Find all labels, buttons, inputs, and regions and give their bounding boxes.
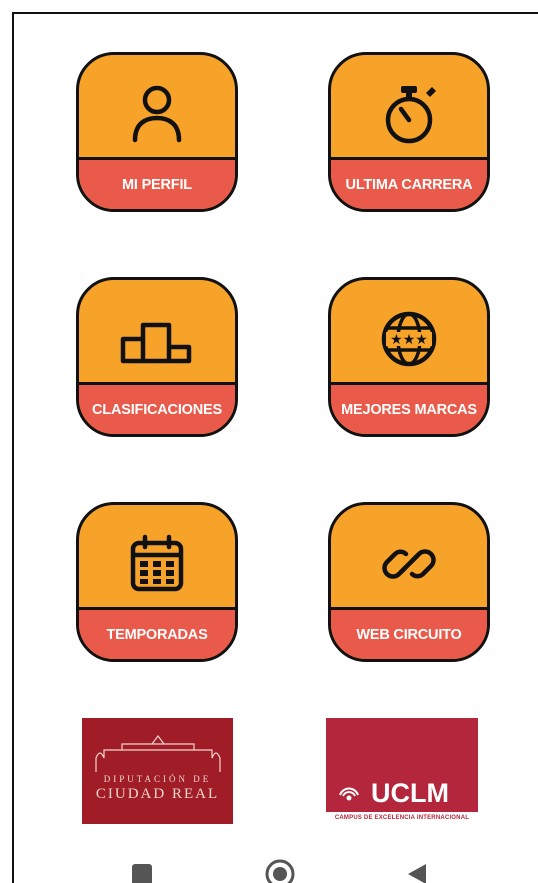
tile-label-band: MI PERFIL — [79, 157, 235, 209]
mejores-marcas-button[interactable]: ★★★ MEJORES MARCAS — [328, 277, 490, 437]
tile-label-band: CLASIFICACIONES — [79, 382, 235, 434]
tile-label: WEB CIRCUITO — [356, 626, 462, 643]
temporadas-button[interactable]: TEMPORADAS — [76, 502, 238, 662]
tile-label: ULTIMA CARRERA — [345, 176, 473, 193]
recent-apps-icon[interactable] — [130, 864, 154, 883]
system-navigation-bar — [14, 840, 538, 883]
uclm-subtitle: CAMPUS DE EXCELENCIA INTERNACIONAL — [334, 815, 470, 821]
podium-icon — [79, 304, 235, 374]
svg-text:★★★: ★★★ — [390, 332, 428, 348]
diputacion-ciudad-real-logo[interactable]: DIPUTACIÓN DE CIUDAD REAL — [82, 718, 233, 824]
diputacion-line1: DIPUTACIÓN DE — [103, 774, 212, 784]
tile-label: MI PERFIL — [122, 176, 192, 193]
link-icon — [331, 529, 487, 599]
tile-label: TEMPORADAS — [106, 626, 208, 643]
clasificaciones-button[interactable]: CLASIFICACIONES — [76, 277, 238, 437]
tile-label: MEJORES MARCAS — [341, 401, 477, 418]
mi-perfil-button[interactable]: MI PERFIL — [76, 52, 238, 212]
stopwatch-icon — [331, 79, 487, 149]
tile-label: CLASIFICACIONES — [92, 401, 222, 418]
back-icon[interactable] — [406, 862, 428, 883]
web-circuito-button[interactable]: WEB CIRCUITO — [328, 502, 490, 662]
tile-label-band: TEMPORADAS — [79, 607, 235, 659]
building-outline-icon — [95, 735, 221, 772]
tile-label-band: MEJORES MARCAS — [331, 382, 487, 434]
diputacion-line2: CIUDAD REAL — [95, 786, 220, 802]
tile-label-band: ULTIMA CARRERA — [331, 157, 487, 209]
uclm-logo[interactable]: UCLM CAMPUS DE EXCELENCIA INTERNACIONAL — [326, 718, 478, 828]
globe-stars-icon: ★★★ — [331, 304, 487, 374]
home-icon[interactable] — [264, 858, 296, 883]
calendar-icon — [79, 529, 235, 599]
uclm-name: UCLM — [371, 778, 449, 808]
tile-label-band: WEB CIRCUITO — [331, 607, 487, 659]
ultima-carrera-button[interactable]: ULTIMA CARRERA — [328, 52, 490, 212]
user-icon — [79, 79, 235, 149]
